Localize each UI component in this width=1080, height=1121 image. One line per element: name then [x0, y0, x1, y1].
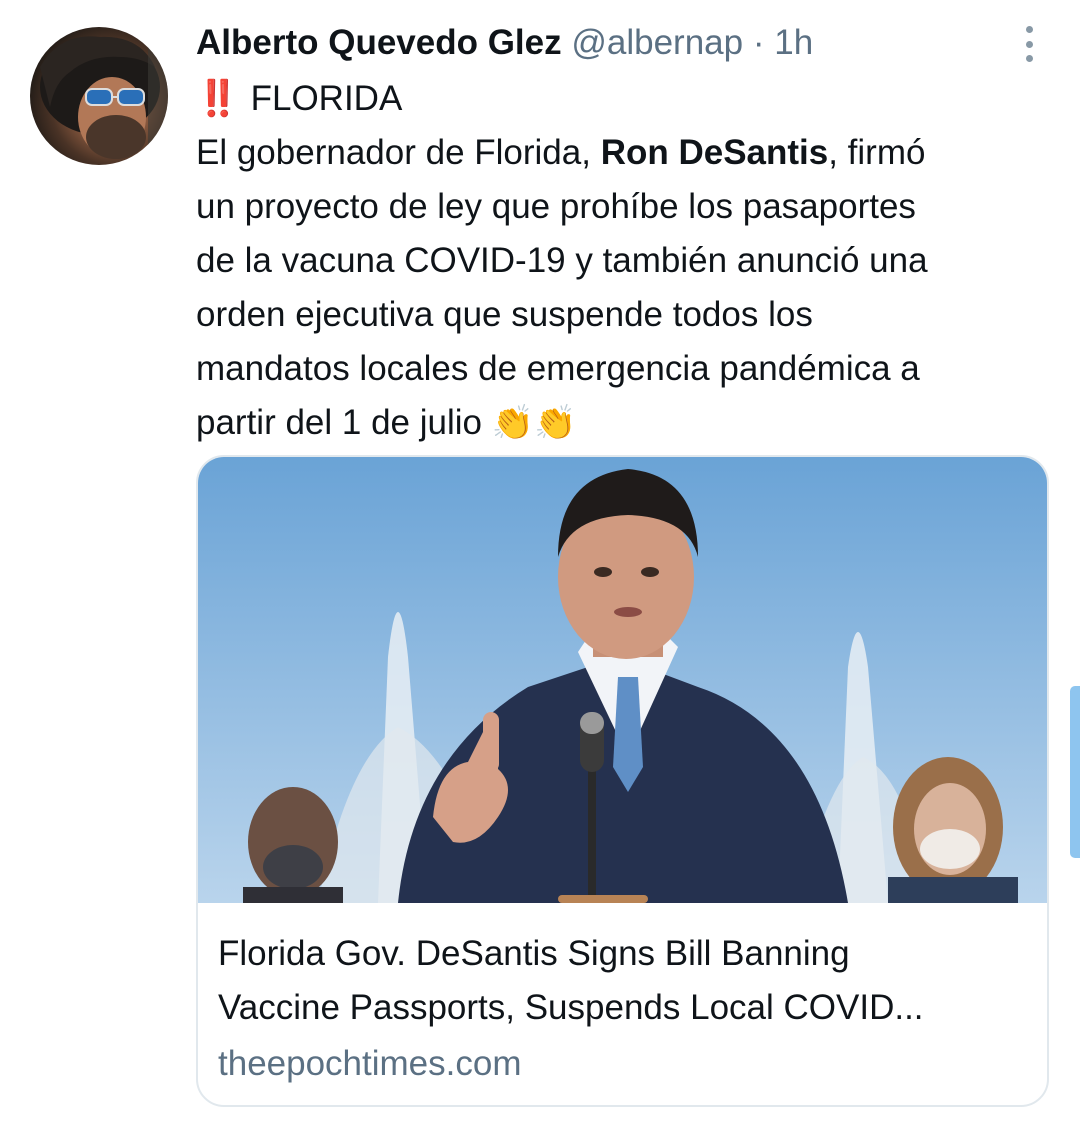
more-vertical-icon[interactable] — [1018, 26, 1040, 62]
display-name[interactable]: Alberto Quevedo Glez — [196, 23, 562, 62]
scrollbar[interactable] — [1070, 686, 1080, 858]
tweet-line-7-text: partir del 1 de julio — [196, 403, 492, 442]
link-card-domain[interactable]: theepochtimes.com — [218, 1037, 1033, 1091]
link-card-body[interactable]: Florida Gov. DeSantis Signs Bill Banning… — [218, 927, 1033, 1091]
tweet-line-2-start: El gobernador de Florida, — [196, 133, 601, 172]
clapping-hands-icon: 👏👏 — [491, 404, 577, 442]
tweet-line-2: El gobernador de Florida, Ron DeSantis, … — [196, 126, 1046, 180]
link-card-image[interactable] — [198, 457, 1049, 903]
avatar[interactable] — [30, 27, 168, 165]
timestamp[interactable]: 1h — [774, 23, 813, 62]
tweet-line-2-end: , firmó — [828, 133, 926, 172]
tweet-line-3: un proyecto de ley que prohíbe los pasap… — [196, 187, 916, 226]
tweet[interactable]: Alberto Quevedo Glez @albernap · 1h ‼️ FL… — [0, 0, 1080, 1121]
user-handle[interactable]: @albernap — [571, 23, 743, 62]
tweet-line-4: de la vacuna COVID-19 y también anunció … — [196, 241, 928, 280]
link-card[interactable]: Florida Gov. DeSantis Signs Bill Banning… — [196, 455, 1049, 1107]
link-card-title-line-2[interactable]: Vaccine Passports, Suspends Local COVID.… — [218, 981, 1033, 1035]
avatar-image — [40, 36, 168, 165]
tweet-text: ‼️ FLORIDA El gobernador de Florida, Ron … — [196, 72, 1046, 450]
tweet-line-1-text: FLORIDA — [250, 79, 403, 118]
separator-dot: · — [752, 23, 765, 62]
bold-name: Ron DeSantis — [600, 133, 829, 172]
double-exclamation-icon: ‼️ — [196, 79, 240, 118]
tweet-line-7: partir del 1 de julio 👏👏 — [196, 396, 1046, 450]
tweet-line-1: ‼️ FLORIDA — [196, 72, 1046, 126]
tweet-line-5: orden ejecutiva que suspende todos los — [196, 295, 813, 334]
link-card-title-line-1[interactable]: Florida Gov. DeSantis Signs Bill Banning — [218, 927, 1033, 981]
tweet-line-6: mandatos locales de emergencia pandémica… — [196, 349, 920, 388]
tweet-header: Alberto Quevedo Glez @albernap · 1h — [196, 22, 813, 64]
